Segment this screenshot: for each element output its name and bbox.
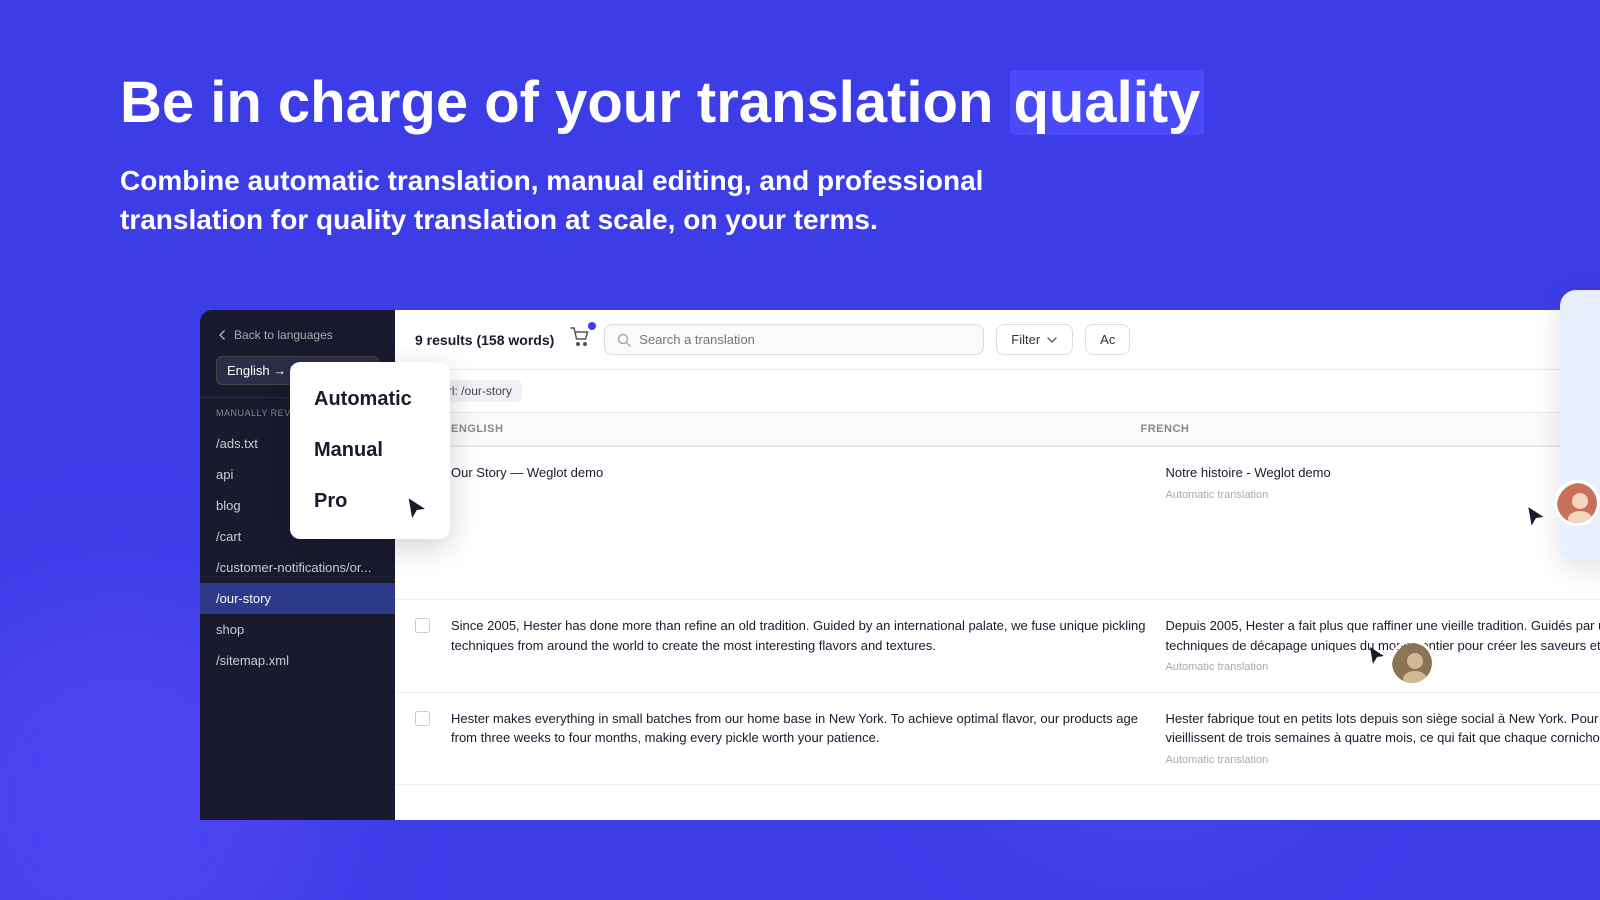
sidebar-item-shop[interactable]: shop xyxy=(200,614,395,645)
sidebar-item-sitemap[interactable]: /sitemap.xml xyxy=(200,645,395,676)
action-label: Ac xyxy=(1100,332,1115,347)
cart-icon-wrap[interactable] xyxy=(570,326,592,353)
cart-badge xyxy=(588,322,596,330)
dropdown-menu[interactable]: Automatic Manual Pro xyxy=(290,362,450,539)
back-link[interactable]: Back to languages xyxy=(216,328,379,342)
toolbar: 9 results (158 words) Filter xyxy=(395,310,1600,370)
floating-cursor-1 xyxy=(1524,505,1550,536)
search-input[interactable] xyxy=(639,332,971,347)
search-icon xyxy=(617,333,631,347)
row3-auto-label: Automatic translation xyxy=(1166,752,1600,769)
main-title: Be in charge of your translation quality xyxy=(120,70,1220,137)
subtitle: Combine automatic translation, manual ed… xyxy=(120,161,1220,239)
row3-en: Hester makes everything in small batches… xyxy=(451,709,1166,748)
dropdown-item-manual[interactable]: Manual xyxy=(290,425,450,476)
main-content: 9 results (158 words) Filter xyxy=(395,310,1600,820)
sidebar-item-our-story[interactable]: /our-story xyxy=(200,583,395,614)
row3-check[interactable] xyxy=(415,709,451,726)
main-title-part1: Be in charge of your translation xyxy=(120,70,993,135)
row3-fr: Hester fabrique tout en petits lots depu… xyxy=(1166,709,1600,769)
filter-tags: × Url: /our-story xyxy=(395,370,1600,413)
row2-check[interactable] xyxy=(415,616,451,633)
search-box[interactable] xyxy=(604,324,984,355)
app-area: Back to languages English → French MANUA… xyxy=(200,310,1600,900)
row1-auto-label: Automatic translation xyxy=(1166,487,1600,504)
main-title-part2: quality xyxy=(1010,70,1205,135)
table-row: Our Story — Weglot demo Notre histoire -… xyxy=(395,447,1600,600)
checkbox-3[interactable] xyxy=(415,711,430,726)
table-row: Hester makes everything in small batches… xyxy=(395,693,1600,786)
floating-avatar-2 xyxy=(1389,640,1435,686)
row2-en: Since 2005, Hester has done more than re… xyxy=(451,616,1166,655)
header-section: Be in charge of your translation quality… xyxy=(120,70,1480,239)
tag-label: Url: /our-story xyxy=(439,384,512,398)
action-button[interactable]: Ac xyxy=(1085,324,1130,355)
table-header: ENGLISH FRENCH DEFAULT xyxy=(395,413,1600,447)
back-link-label: Back to languages xyxy=(234,328,333,342)
sidebar-item-customer[interactable]: /customer-notifications/or... xyxy=(200,552,395,583)
col-french-header: FRENCH xyxy=(1141,423,1600,435)
floating-cursor-2 xyxy=(1366,645,1390,674)
arrow-left-icon xyxy=(216,329,228,341)
cursor-icon-dropdown xyxy=(404,496,432,524)
floating-avatar-1 xyxy=(1554,480,1600,526)
results-count: 9 results (158 words) xyxy=(415,332,554,348)
checkbox-2[interactable] xyxy=(415,618,430,633)
row1-en: Our Story — Weglot demo xyxy=(451,463,1166,483)
col-english-header: ENGLISH xyxy=(451,423,1141,435)
row1-fr: Notre histoire - Weglot demo Automatic t… xyxy=(1166,463,1600,503)
dropdown-item-automatic[interactable]: Automatic xyxy=(290,374,450,425)
chevron-down-icon-filter xyxy=(1046,334,1058,346)
filter-label: Filter xyxy=(1011,332,1040,347)
filter-button[interactable]: Filter xyxy=(996,324,1073,355)
